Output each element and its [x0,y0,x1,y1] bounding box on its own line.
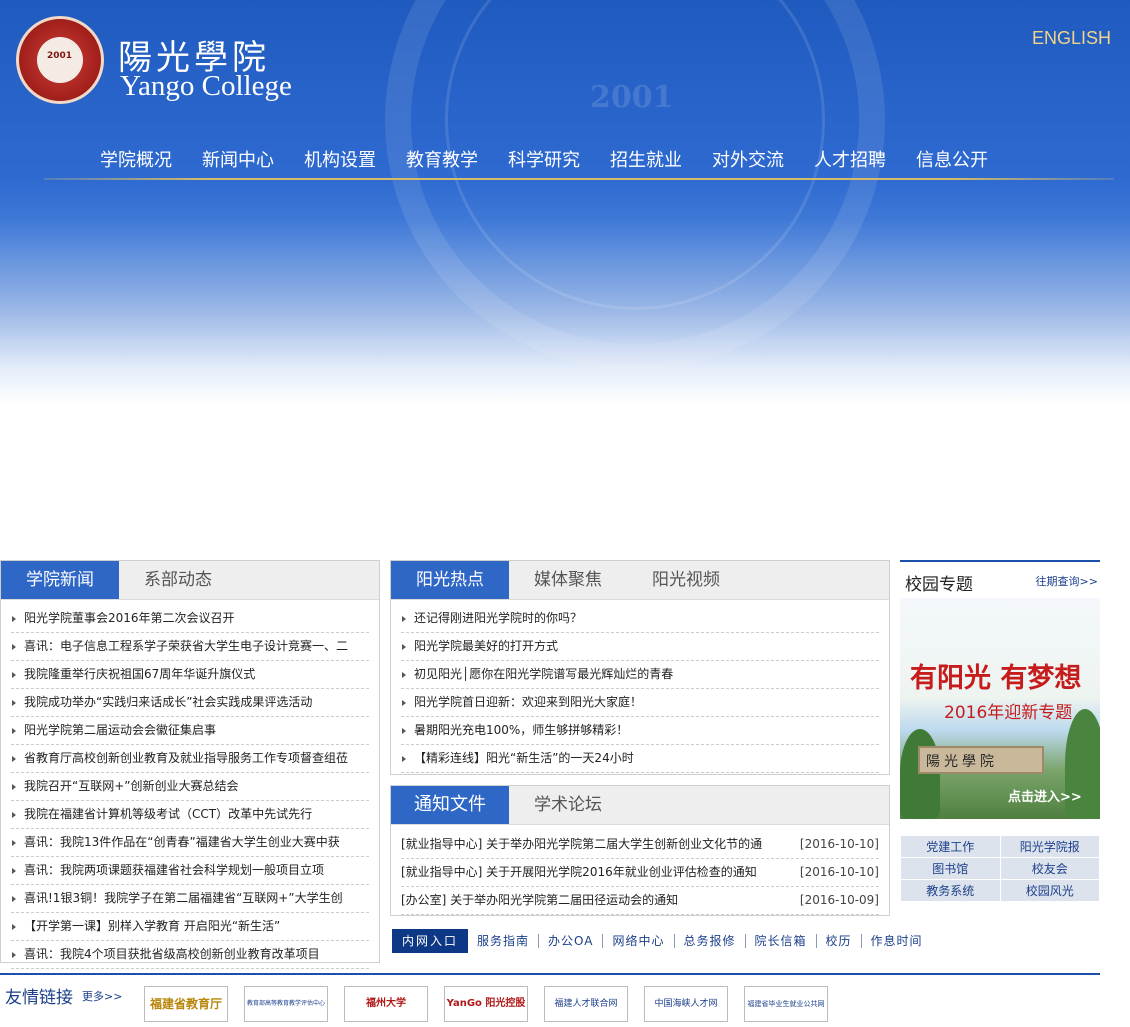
news-item[interactable]: 阳光学院董事会2016年第二次会议召开 [11,605,369,633]
news-item[interactable]: 省教育厅高校创新创业教育及就业指导服务工作专项督查组莅 [11,745,369,773]
news-item[interactable]: 阳光学院第二届运动会会徽征集启事 [11,717,369,745]
friend-links-more[interactable]: 更多>> [82,988,122,1004]
notice-date: [2016-10-10] [799,837,879,851]
notice-panel: 通知文件 学术论坛 [就业指导中心] 关于举办阳光学院第二届大学生创新创业文化节… [390,785,890,916]
header-banner: 2001 2001 陽光學院 Yango College ENGLISH 学院概… [0,0,1130,405]
main-nav: 学院概况 新闻中心 机构设置 教育教学 科学研究 招生就业 对外交流 人才招聘 … [100,146,988,172]
news-item[interactable]: 我院在福建省计算机等级考试（CCT）改革中先试先行 [11,801,369,829]
news-item[interactable]: 喜讯：我院4个项目获批省级高校创新创业教育改革项目 [11,941,369,969]
quick-link-library[interactable]: 图书馆 [900,857,1001,880]
notice-item[interactable]: [办公室] 关于举办阳光学院第二届田径运动会的通知 [2016-10-09] [401,887,879,915]
intranet-link[interactable]: 内网入口 [392,929,469,953]
friend-link-fjrc[interactable]: 福建人才联合网 [544,986,628,1022]
news-item[interactable]: 【开学第一课】别样入学教育 开启阳光“新生活” [11,913,369,941]
news-item[interactable]: 喜讯!1银3铜！我院学子在第二届福建省“互联网+”大学生创 [11,885,369,913]
news-item[interactable]: 我院隆重举行庆祝祖国67周年华诞升旗仪式 [11,661,369,689]
friend-link-fuzhou-univ[interactable]: 福州大学 [344,986,428,1022]
quick-links-grid: 党建工作 阳光学院报 图书馆 校友会 教务系统 校园风光 [900,835,1100,902]
nav-item-recruitment[interactable]: 人才招聘 [814,146,886,172]
tab-academic-forum[interactable]: 学术论坛 [509,786,627,824]
quick-link-campus-scenery[interactable]: 校园风光 [999,879,1100,902]
news-tabs: 学院新闻 系部动态 [1,561,379,600]
news-item[interactable]: 我院成功举办“实践归来话成长”社会实践成果评选活动 [11,689,369,717]
friend-links-title: 友情链接 [5,988,73,1008]
friend-link-eval-center[interactable]: 教育部高等教育教学评估中心 [244,986,328,1022]
nav-item-disclosure[interactable]: 信息公开 [916,146,988,172]
college-logo[interactable]: 2001 [16,16,104,104]
english-link[interactable]: ENGLISH [1032,28,1111,49]
notice-title[interactable]: [就业指导中心] 关于举办阳光学院第二届大学生创新创业文化节的通 [401,837,762,851]
notice-date: [2016-10-10] [799,865,879,879]
tab-videos[interactable]: 阳光视频 [627,561,745,599]
friend-link-education-dept[interactable]: 福建省教育厅 [144,986,228,1022]
watermark-year: 2001 [590,80,674,115]
service-bar: 内网入口 服务指南 办公OA 网络中心 总务报修 院长信箱 校历 作息时间 [392,929,932,953]
campus-topics-more-link[interactable]: 往期查询>> [1036,573,1098,589]
nav-item-admissions[interactable]: 招生就业 [610,146,682,172]
nav-item-exchange[interactable]: 对外交流 [712,146,784,172]
news-item[interactable]: 我院召开“互联网+”创新创业大赛总结会 [11,773,369,801]
notice-item[interactable]: [就业指导中心] 关于开展阳光学院2016年就业创业评估检查的通知 [2016-… [401,859,879,887]
tab-hot-topics[interactable]: 阳光热点 [391,561,509,599]
tab-department-news[interactable]: 系部动态 [119,561,237,599]
news-item[interactable]: 喜讯：电子信息工程系学子荣获省大学生电子设计竞赛一、二 [11,633,369,661]
notice-item[interactable]: [就业指导中心] 关于举办阳光学院第二届大学生创新创业文化节的通 [2016-1… [401,831,879,859]
tab-college-news[interactable]: 学院新闻 [1,561,119,599]
friend-links-divider [0,973,1100,975]
nav-item-education[interactable]: 教育教学 [406,146,478,172]
promo-subheadline: 2016年迎新专题 [944,703,1073,723]
news-item[interactable]: 喜讯：我院13件作品在“创青春”福建省大学生创业大赛中获 [11,829,369,857]
tree-decoration [900,729,940,819]
hot-item[interactable]: 初见阳光│愿你在阳光学院谱写最光辉灿烂的青春 [401,661,879,689]
notice-list: [就业指导中心] 关于举办阳光学院第二届大学生创新创业文化节的通 [2016-1… [401,831,879,915]
notice-date: [2016-10-09] [799,893,879,907]
president-mailbox-link[interactable]: 院长信箱 [746,934,817,948]
schedule-link[interactable]: 作息时间 [862,934,932,948]
campus-topics-title: 校园专题 [905,575,973,595]
nav-item-news[interactable]: 新闻中心 [202,146,274,172]
news-item[interactable]: 喜讯：我院两项课题获福建省社会科学规划一般项目立项 [11,857,369,885]
hot-item[interactable]: 【精彩连线】阳光“新生活”的一天24小时 [401,745,879,773]
campus-topics-header: 校园专题 往期查询>> [900,560,1100,598]
notice-tabs: 通知文件 学术论坛 [391,786,889,825]
quick-link-alumni[interactable]: 校友会 [999,857,1100,880]
hot-item[interactable]: 还记得刚进阳光学院时的你吗？ [401,605,879,633]
office-oa-link[interactable]: 办公OA [539,934,604,948]
nav-item-departments[interactable]: 机构设置 [304,146,376,172]
notice-title[interactable]: [就业指导中心] 关于开展阳光学院2016年就业创业评估检查的通知 [401,865,757,879]
tab-notices[interactable]: 通知文件 [391,786,509,824]
hot-panel: 阳光热点 媒体聚焦 阳光视频 还记得刚进阳光学院时的你吗？ 阳光学院最美好的打开… [390,560,890,775]
campus-gate-sign-text: 陽光學院 [926,754,998,770]
calendar-link[interactable]: 校历 [817,934,862,948]
nav-divider [44,178,1114,180]
welcome-promo-banner[interactable]: 有阳光 有梦想 2016年迎新专题 陽光學院 点击进入>> [900,598,1100,819]
logo-year: 2001 [47,51,73,61]
friend-link-yango-holdings[interactable]: YanGo 阳光控股 [444,986,528,1022]
service-guide-link[interactable]: 服务指南 [468,934,540,948]
hot-item[interactable]: 阳光学院最美好的打开方式 [401,633,879,661]
notice-title[interactable]: [办公室] 关于举办阳光学院第二届田径运动会的通知 [401,893,678,907]
friend-link-strait-talent[interactable]: 中国海峡人才网 [644,986,728,1022]
promo-enter-button[interactable]: 点击进入>> [1008,786,1082,805]
quick-link-academic-system[interactable]: 教务系统 [900,879,1001,902]
quick-link-newspaper[interactable]: 阳光学院报 [999,835,1100,858]
nav-item-about[interactable]: 学院概况 [100,146,172,172]
promo-headline: 有阳光 有梦想 [910,663,1082,694]
network-center-link[interactable]: 网络中心 [603,934,675,948]
news-list: 阳光学院董事会2016年第二次会议召开 喜讯：电子信息工程系学子荣获省大学生电子… [11,605,369,969]
college-name-en[interactable]: Yango College [120,70,292,103]
quick-link-party[interactable]: 党建工作 [900,835,1001,858]
news-panel: 学院新闻 系部动态 阳光学院董事会2016年第二次会议召开 喜讯：电子信息工程系… [0,560,380,969]
nav-item-research[interactable]: 科学研究 [508,146,580,172]
hot-item[interactable]: 阳光学院首日迎新：欢迎来到阳光大家庭！ [401,689,879,717]
hot-list: 还记得刚进阳光学院时的你吗？ 阳光学院最美好的打开方式 初见阳光│愿你在阳光学院… [401,605,879,773]
friend-link-bys[interactable]: 福建省毕业生就业公共网 [744,986,828,1022]
hot-item[interactable]: 暑期阳光充电100%，师生够拼够精彩！ [401,717,879,745]
repair-link[interactable]: 总务报修 [675,934,746,948]
tab-media-focus[interactable]: 媒体聚焦 [509,561,627,599]
hot-tabs: 阳光热点 媒体聚焦 阳光视频 [391,561,889,600]
